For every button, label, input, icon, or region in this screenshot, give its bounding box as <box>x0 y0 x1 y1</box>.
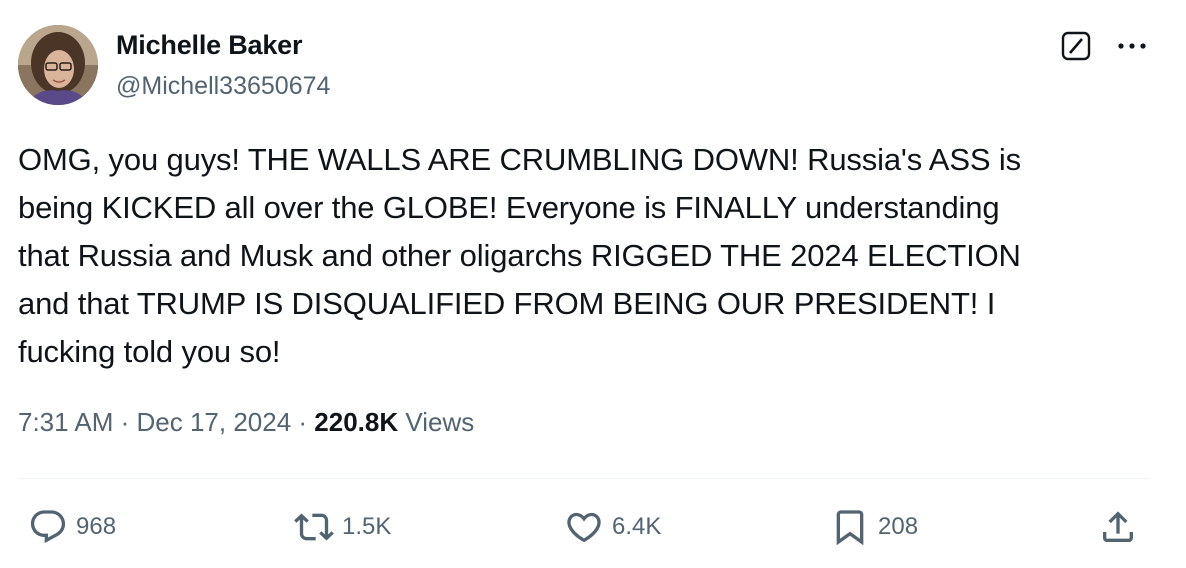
repost-button[interactable]: 1.5K <box>294 505 391 549</box>
meta-separator: · <box>291 407 315 437</box>
tweet-text-line: fucking told you so! <box>18 334 281 369</box>
divider <box>18 478 1150 479</box>
user-handle[interactable]: @Michell33650674 <box>116 72 330 101</box>
share-icon <box>1103 511 1133 542</box>
tweet-time[interactable]: 7:31 AM <box>18 407 113 437</box>
views-count[interactable]: 220.8K <box>314 407 398 437</box>
bookmark-icon <box>836 510 864 546</box>
tweet-text-line: that Russia and Musk and other oligarchs… <box>18 238 1021 273</box>
tweet-text: OMG, you guys! THE WALLS ARE CRUMBLING D… <box>18 136 1168 376</box>
avatar[interactable] <box>18 25 98 105</box>
tweet-meta: 7:31 AM · Dec 17, 2024 · 220.8K Views <box>18 407 474 438</box>
avatar-image <box>18 25 98 105</box>
tweet: Michelle Baker @Michell33650674 OMG, you… <box>0 0 1186 568</box>
repost-count: 1.5K <box>342 513 392 540</box>
meta-separator: · <box>113 407 137 437</box>
tweet-date[interactable]: Dec 17, 2024 <box>137 407 292 437</box>
share-button[interactable] <box>1098 505 1138 549</box>
tweet-text-line: and that TRUMP IS DISQUALIFIED FROM BEIN… <box>18 286 996 321</box>
tweet-text-line: being KICKED all over the GLOBE! Everyon… <box>18 190 1000 225</box>
reply-button[interactable]: 968 <box>28 505 116 549</box>
bookmark-count: 208 <box>878 513 919 540</box>
views-label: Views <box>405 407 475 437</box>
display-name[interactable]: Michelle Baker <box>116 30 302 61</box>
grok-icon[interactable] <box>1060 30 1092 62</box>
tweet-text-line: OMG, you guys! THE WALLS ARE CRUMBLING D… <box>18 142 1021 177</box>
more-icon[interactable] <box>1114 34 1150 58</box>
repost-icon <box>294 513 334 541</box>
like-count: 6.4K <box>612 513 662 540</box>
bookmark-button[interactable]: 208 <box>830 505 918 549</box>
reply-count: 968 <box>76 513 117 540</box>
like-icon <box>567 512 601 543</box>
reply-icon <box>30 510 66 544</box>
like-button[interactable]: 6.4K <box>564 505 661 549</box>
